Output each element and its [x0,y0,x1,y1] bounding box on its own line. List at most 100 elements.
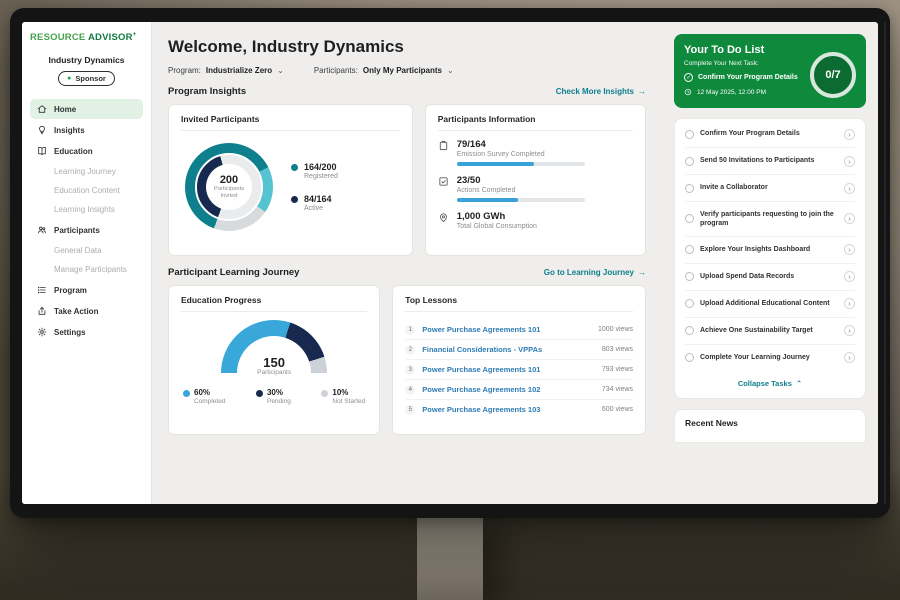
legend-dot [291,164,298,171]
todo-next-task: ✓ Confirm Your Program Details [684,73,819,82]
legend-dot [256,390,263,397]
lesson-row: 3 Power Purchase Agreements 101 793 view… [405,360,633,380]
main-content: Welcome, Industry Dynamics Program: Indu… [152,22,662,504]
task-checkbox[interactable] [685,272,694,281]
task-checkbox[interactable] [685,214,694,223]
donut-legend: 164/200 Registered 84/164 Active [291,162,338,212]
task-checkbox[interactable] [685,157,694,166]
task-row[interactable]: Achieve One Sustainability Target › [685,318,855,345]
chevron-right-icon[interactable]: › [844,244,855,255]
program-insights-cards: Invited Participants 200 Participants In… [168,104,646,256]
section-title-program-insights: Program Insights [168,86,246,97]
chevron-right-icon[interactable]: › [844,352,855,363]
legend-active: 84/164 Active [291,194,338,212]
todo-progress-ring: 0/7 [810,52,856,98]
gauge-center-value: 150 [221,356,327,369]
check-more-insights-link[interactable]: Check More Insights → [556,87,646,96]
invited-participants-donut-chart: 200 Participants Invited [185,143,273,231]
lesson-link[interactable]: Power Purchase Agreements 103 [422,405,595,414]
task-checkbox[interactable] [685,299,694,308]
section-title-learning-journey: Participant Learning Journey [168,267,299,278]
sponsor-badge: ● Sponsor [58,71,115,86]
education-progress-card: Education Progress 150 Participants 60% [168,285,380,435]
lesson-rank: 2 [405,345,415,355]
lesson-rank: 1 [405,325,415,335]
program-select-value: Industrialize Zero [206,66,272,75]
lesson-row: 5 Power Purchase Agreements 103 600 view… [405,400,633,419]
task-row[interactable]: Confirm Your Program Details › [685,121,855,148]
chevron-right-icon[interactable]: › [844,271,855,282]
lesson-link[interactable]: Power Purchase Agreements 102 [422,385,595,394]
participants-information-card: Participants Information 79/164 Emission… [425,104,646,256]
collapse-tasks-button[interactable]: Collapse Tasks ⌃ [685,371,855,396]
lesson-link[interactable]: Power Purchase Agreements 101 [422,325,591,334]
task-row[interactable]: Upload Additional Educational Content › [685,291,855,318]
stat-emission-survey: 79/164 Emission Survey Completed [438,139,633,166]
chevron-right-icon[interactable]: › [844,183,855,194]
sidebar-item-home[interactable]: Home [30,99,143,119]
lightbulb-icon [37,125,47,135]
lesson-views: 734 views [602,386,633,393]
sidebar-item-learning-journey[interactable]: Learning Journey [30,162,143,181]
sidebar-item-insights[interactable]: Insights [30,120,143,140]
chevron-right-icon[interactable]: › [844,325,855,336]
task-row[interactable]: Explore Your Insights Dashboard › [685,237,855,264]
recent-news-title: Recent News [685,418,855,428]
sidebar-item-general-data[interactable]: General Data [30,241,143,260]
task-row[interactable]: Send 50 Invitations to Participants › [685,148,855,175]
top-lessons-card: Top Lessons 1 Power Purchase Agreements … [392,285,646,435]
task-checkbox[interactable] [685,130,694,139]
sidebar-item-settings[interactable]: Settings [30,322,143,342]
clock-icon [684,88,692,96]
participants-select-value: Only My Participants [363,66,442,75]
task-row[interactable]: Complete Your Learning Journey › [685,345,855,371]
progress-bar [457,162,585,166]
lesson-row: 4 Power Purchase Agreements 102 734 view… [405,380,633,400]
chevron-right-icon[interactable]: › [844,156,855,167]
chevron-right-icon[interactable]: › [844,298,855,309]
sidebar-item-learning-insights[interactable]: Learning Insights [30,200,143,219]
chevron-right-icon[interactable]: › [844,129,855,140]
sidebar-item-take-action[interactable]: Take Action [30,301,143,321]
clipboard-icon [438,140,449,151]
task-checkbox[interactable] [685,184,694,193]
progress-bar [457,198,585,202]
lesson-link[interactable]: Power Purchase Agreements 101 [422,365,595,374]
lesson-rank: 3 [405,365,415,375]
donut-center-label: Participants Invited [206,186,252,200]
sidebar-item-program[interactable]: Program [30,280,143,300]
sidebar-item-education[interactable]: Education [30,141,143,161]
todo-panel: Your To Do List Complete Your Next Task:… [662,22,878,504]
task-checkbox[interactable] [685,353,694,362]
lesson-rank: 4 [405,385,415,395]
page-title: Welcome, Industry Dynamics [168,37,646,57]
sidebar: RESOURCE ADVISOR+ Industry Dynamics ● Sp… [22,22,152,504]
task-row[interactable]: Invite a Collaborator › [685,175,855,202]
donut-center-value: 200 [220,174,238,186]
chevron-down-icon: ⌄ [277,67,284,75]
chevron-right-icon[interactable]: › [844,213,855,224]
org-name: Industry Dynamics [30,55,143,65]
learning-journey-cards: Education Progress 150 Participants 60% [168,285,646,435]
card-title: Participants Information [438,114,633,131]
task-checkbox[interactable] [685,326,694,335]
program-select[interactable]: Program: Industrialize Zero ⌄ [168,66,284,75]
task-row[interactable]: Verify participants requesting to join t… [685,202,855,237]
task-row[interactable]: Upload Spend Data Records › [685,264,855,291]
legend-registered: 164/200 Registered [291,162,338,180]
lesson-link[interactable]: Financial Considerations - VPPAs [422,345,595,354]
lesson-row: 2 Financial Considerations - VPPAs 803 v… [405,340,633,360]
sidebar-item-manage-participants[interactable]: Manage Participants [30,260,143,279]
task-checkbox[interactable] [685,245,694,254]
legend-dot [183,390,190,397]
participants-select[interactable]: Participants: Only My Participants ⌄ [314,66,454,75]
sidebar-item-participants[interactable]: Participants [30,220,143,240]
stat-actions-completed: 23/50 Actions Completed [438,175,633,202]
legend-pending: 30% Pending [256,388,291,405]
sidebar-nav: Home Insights Education Learning Journey… [30,98,143,343]
go-to-learning-journey-link[interactable]: Go to Learning Journey → [544,268,646,277]
home-icon [37,104,47,114]
monitor-frame: RESOURCE ADVISOR+ Industry Dynamics ● Sp… [10,8,890,518]
sidebar-item-education-content[interactable]: Education Content [30,181,143,200]
todo-tasks-card: Confirm Your Program Details › Send 50 I… [674,118,866,399]
